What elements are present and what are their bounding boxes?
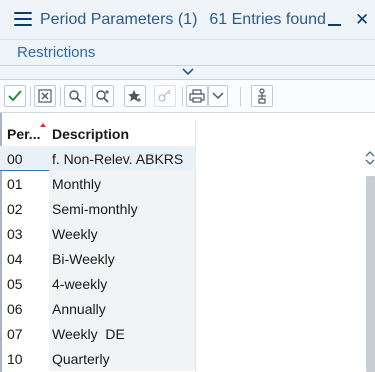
close-icon[interactable]: ✕	[355, 11, 369, 29]
table-row[interactable]: 05 4-weekly	[0, 271, 195, 296]
dialog-titlebar: Period Parameters (1) 61 Entries found ✕	[0, 0, 375, 40]
period-code: 02	[7, 201, 23, 217]
hamburger-menu-icon[interactable]	[14, 12, 32, 28]
period-description: Monthly	[52, 176, 102, 192]
period-code: 04	[7, 251, 23, 267]
dialog-title-text: Period Parameters (1)	[40, 11, 198, 28]
hide-personalization-icon[interactable]	[154, 85, 176, 107]
toolbar-separator	[182, 87, 183, 106]
period-description: Weekly DE	[52, 326, 125, 342]
settings-icon[interactable]	[251, 85, 273, 107]
period-code: 05	[7, 276, 23, 292]
table-row[interactable]: 07 Weekly DE	[0, 321, 195, 346]
toolbar-separator	[240, 87, 241, 106]
results-table: Per... Description 00 f. Non-Relev. ABKR…	[0, 113, 375, 372]
dialog-title: Period Parameters (1) 61 Entries found	[40, 11, 326, 29]
period-description: Annually	[52, 301, 106, 317]
period-code: 00	[7, 151, 23, 167]
table-row[interactable]: 02 Semi-monthly	[0, 196, 195, 221]
period-description: Quarterly	[52, 351, 110, 367]
period-code: 01	[7, 176, 23, 192]
chevron-down-icon[interactable]	[182, 68, 194, 76]
restrictions-label[interactable]: Restrictions	[17, 44, 95, 61]
period-description: Weekly	[52, 226, 98, 242]
period-description: Semi-monthly	[52, 201, 138, 217]
period-code: 03	[7, 226, 23, 242]
period-description: 4-weekly	[52, 276, 108, 292]
restrictions-toggle[interactable]	[0, 66, 375, 80]
column-header-period[interactable]: Per...	[7, 126, 40, 142]
minimize-icon[interactable]	[328, 24, 341, 26]
column-divider	[195, 120, 196, 372]
period-code: 10	[7, 351, 23, 367]
toolbar-separator	[60, 87, 61, 106]
period-description: f. Non-Relev. ABKRS	[52, 151, 184, 167]
table-row[interactable]: 04 Bi-Weekly	[0, 246, 195, 271]
print-icon[interactable]	[186, 85, 208, 107]
dropdown-arrow-icon[interactable]	[208, 85, 228, 107]
period-code: 06	[7, 301, 23, 317]
period-description: Bi-Weekly	[52, 251, 115, 267]
toolbar-separator	[30, 87, 31, 106]
table-row[interactable]: 01 Monthly	[0, 171, 195, 196]
table-row[interactable]: 00 f. Non-Relev. ABKRS	[0, 146, 195, 171]
entries-count: 61 Entries found	[209, 11, 326, 28]
table-row[interactable]: 10 Quarterly	[0, 346, 195, 371]
column-header-description[interactable]: Description	[52, 126, 129, 142]
sort-indicator-icon	[40, 123, 46, 127]
scrollbar-thumb[interactable]	[366, 176, 375, 372]
restrictions-bar[interactable]: Restrictions	[0, 40, 375, 66]
period-code: 07	[7, 326, 23, 342]
cancel-icon[interactable]	[34, 85, 56, 107]
checkmark-icon[interactable]	[4, 85, 26, 107]
table-row[interactable]: 03 Weekly	[0, 221, 195, 246]
toolbar	[0, 80, 375, 113]
table-row[interactable]: 06 Annually	[0, 296, 195, 321]
search-next-icon[interactable]	[92, 85, 114, 107]
search-icon[interactable]	[64, 85, 86, 107]
favorite-star-icon[interactable]	[124, 85, 146, 107]
scroll-up-down-icon[interactable]	[365, 150, 375, 166]
